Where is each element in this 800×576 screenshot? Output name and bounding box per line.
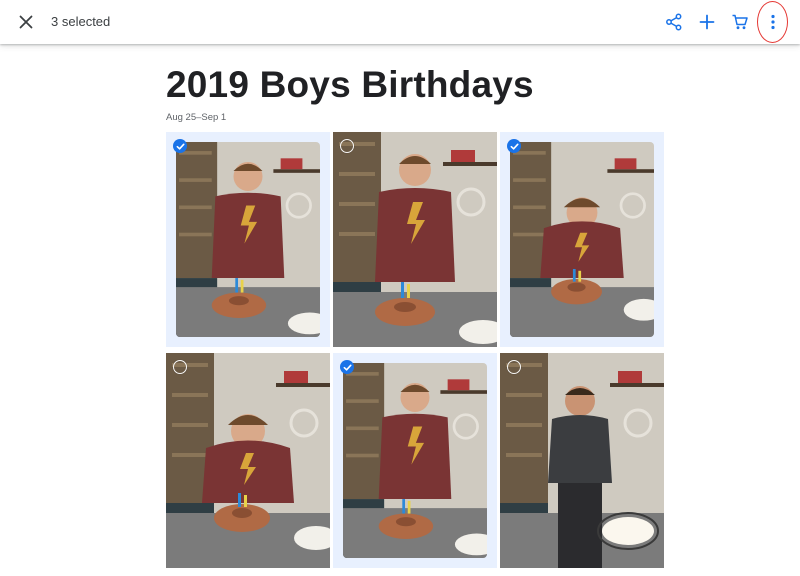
- photo-image: [176, 142, 320, 337]
- photo-image: [500, 353, 664, 568]
- close-icon: [19, 15, 33, 29]
- album-date-range: Aug 25–Sep 1: [166, 112, 227, 123]
- photo-thumbnail: [500, 353, 664, 568]
- photo-image: [343, 363, 487, 558]
- photo-tile[interactable]: [500, 353, 664, 568]
- photo-image: [333, 132, 497, 347]
- photo-thumbnail: [333, 132, 497, 347]
- add-icon: [699, 14, 715, 30]
- unselected-circle-icon[interactable]: [340, 139, 354, 153]
- album-title: 2019 Boys Birthdays: [166, 64, 534, 105]
- photo-tile[interactable]: [166, 132, 330, 347]
- photo-thumbnail: [166, 353, 330, 568]
- photo-tile[interactable]: [166, 353, 330, 568]
- more-options-button[interactable]: [760, 9, 786, 35]
- selected-check-icon[interactable]: [507, 139, 521, 153]
- photo-tile[interactable]: [333, 353, 497, 568]
- photo-tile[interactable]: [333, 132, 497, 347]
- cart-icon: [732, 14, 748, 30]
- photo-image: [166, 353, 330, 568]
- add-to-button[interactable]: [694, 9, 720, 35]
- photo-thumbnail: [343, 363, 487, 558]
- selected-check-icon[interactable]: [340, 360, 354, 374]
- unselected-circle-icon[interactable]: [173, 360, 187, 374]
- unselected-circle-icon[interactable]: [507, 360, 521, 374]
- photo-tile[interactable]: [500, 132, 664, 347]
- order-photos-button[interactable]: [727, 9, 753, 35]
- share-button[interactable]: [661, 9, 687, 35]
- photo-thumbnail: [510, 142, 654, 337]
- close-selection-button[interactable]: [13, 9, 39, 35]
- selected-check-icon[interactable]: [173, 139, 187, 153]
- photo-image: [510, 142, 654, 337]
- top-app-bar: 3 selected: [0, 0, 800, 44]
- selection-count: 3 selected: [51, 14, 111, 29]
- photo-thumbnail: [176, 142, 320, 337]
- more-vert-icon: [771, 14, 775, 30]
- share-icon: [666, 13, 682, 31]
